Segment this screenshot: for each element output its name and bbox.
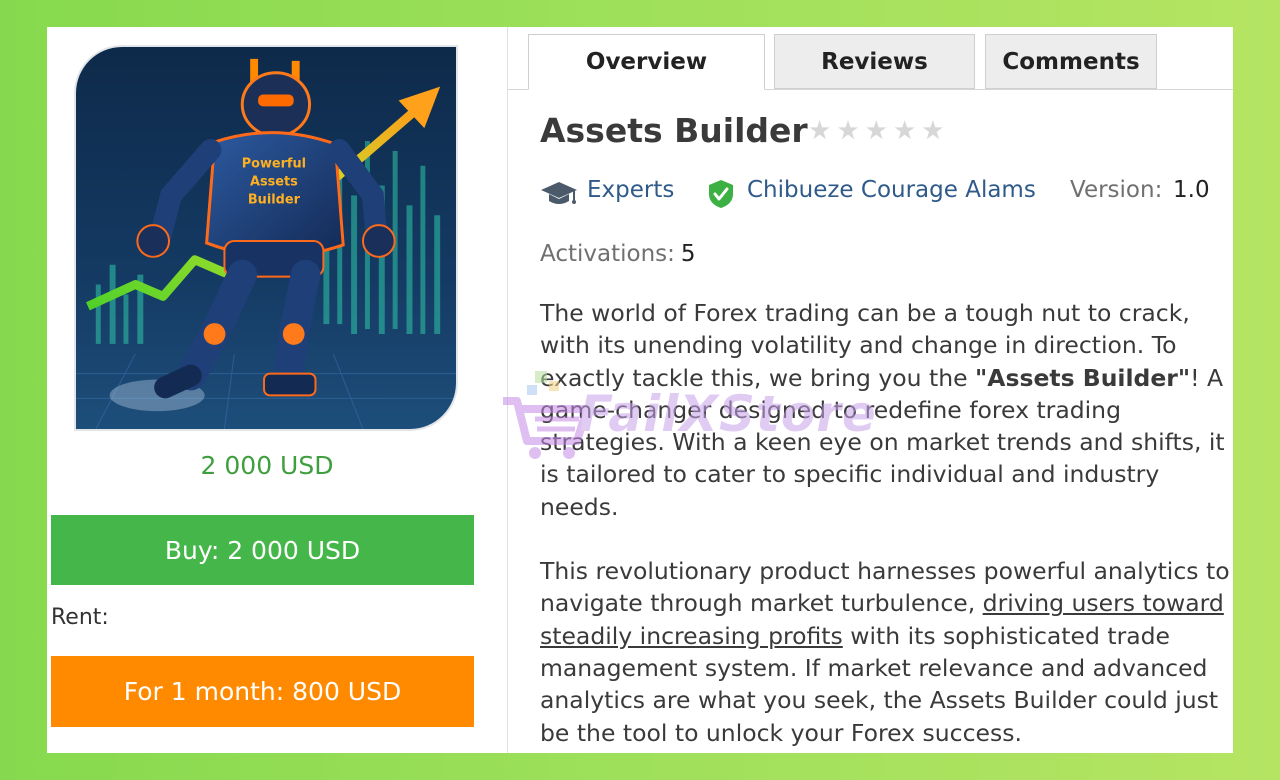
svg-text:Builder: Builder (248, 192, 301, 207)
tab-bar: Overview Reviews Comments (508, 27, 1233, 90)
buy-button[interactable]: Buy: 2 000 USD (51, 515, 474, 585)
description-paragraph: The world of Forex trading can be a toug… (540, 297, 1233, 523)
rent-label: Rent: (51, 605, 109, 630)
product-title: Assets Builder (540, 111, 808, 150)
version-value: 1.0 (1173, 177, 1210, 203)
product-description: The world of Forex trading can be a toug… (540, 297, 1233, 749)
robot-illustration: Powerful Assets Builder (76, 47, 456, 429)
purchase-panel: Powerful Assets Builder 2 000 USD Buy: 2… (47, 27, 506, 753)
author-link[interactable]: Chibueze Courage Alams (747, 177, 1036, 203)
graduation-cap-icon (541, 182, 577, 204)
verified-shield-icon (709, 180, 733, 208)
activations-value: 5 (680, 241, 696, 267)
product-image: Powerful Assets Builder (74, 45, 458, 431)
version-label: Version: (1070, 177, 1163, 203)
description-paragraph: This revolutionary product harnesses pow… (540, 555, 1233, 749)
tab-overview[interactable]: Overview (528, 34, 765, 90)
activations-label: Activations: (540, 241, 675, 267)
star-icon[interactable]: ★ (808, 118, 831, 144)
tab-reviews[interactable]: Reviews (774, 34, 975, 89)
svg-text:Powerful: Powerful (242, 157, 306, 172)
star-icon[interactable]: ★ (921, 118, 944, 144)
product-card: Powerful Assets Builder 2 000 USD Buy: 2… (47, 27, 1233, 753)
star-icon[interactable]: ★ (893, 118, 916, 144)
product-details-panel: Overview Reviews Comments Assets Builder… (507, 27, 1233, 753)
star-icon[interactable]: ★ (865, 118, 888, 144)
tab-comments[interactable]: Comments (985, 34, 1157, 89)
product-price: 2 000 USD (200, 451, 334, 480)
svg-text:Assets: Assets (250, 175, 298, 190)
star-icon[interactable]: ★ (836, 118, 859, 144)
rent-1-month-button[interactable]: For 1 month: 800 USD (51, 656, 474, 727)
category-link[interactable]: Experts (587, 177, 674, 203)
rating-stars[interactable]: ★ ★ ★ ★ ★ (808, 118, 945, 144)
activations: Activations: 5 (540, 241, 696, 267)
description-product-name: "Assets Builder" (975, 363, 1191, 392)
